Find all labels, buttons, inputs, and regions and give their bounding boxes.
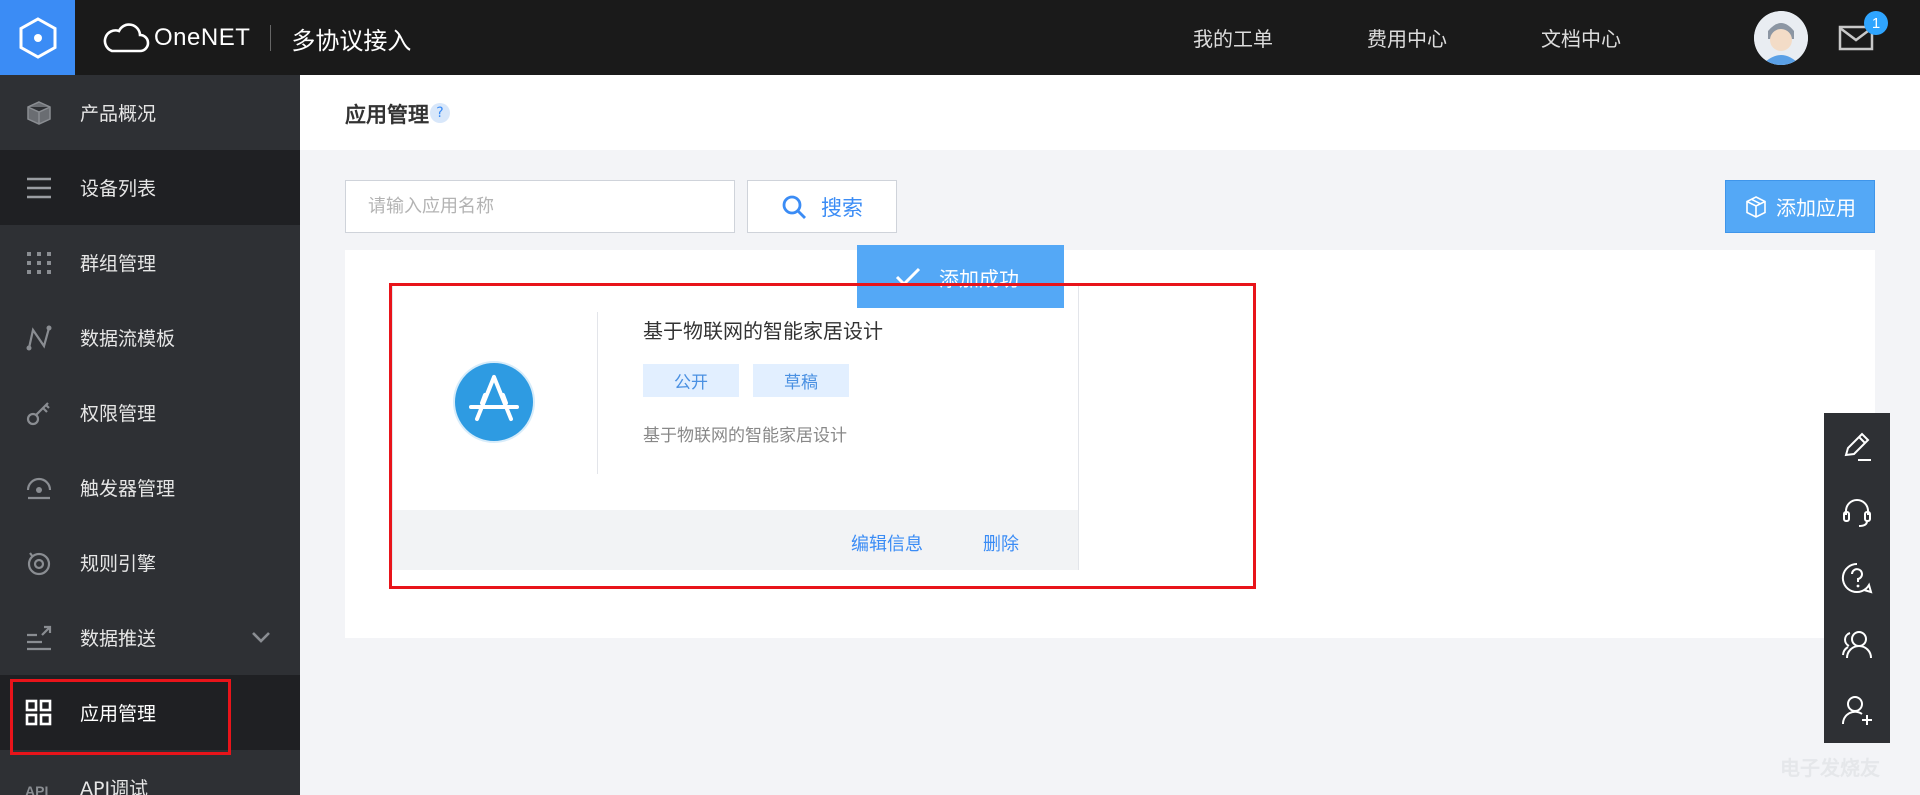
sidebar-item-label: 权限管理	[80, 403, 157, 425]
add-contact-button[interactable]	[1824, 677, 1890, 743]
home-logo-button[interactable]	[0, 0, 75, 75]
feedback-button[interactable]	[1824, 413, 1890, 479]
sidebar-item-data-push[interactable]: 数据推送	[0, 600, 300, 675]
avatar-icon	[1754, 11, 1808, 65]
page-header: 应用管理 ?	[300, 75, 1920, 150]
add-user-icon	[1841, 696, 1872, 725]
sidebar-item-label: 数据推送	[80, 628, 157, 650]
add-app-button-label: 添加应用	[1776, 196, 1856, 220]
sidebar-item-label: 设备列表	[80, 178, 157, 200]
help-icon[interactable]: ?	[430, 103, 450, 123]
nav-billing[interactable]: 费用中心	[1367, 0, 1447, 75]
push-icon	[27, 625, 52, 651]
nav-docs[interactable]: 文档中心	[1541, 0, 1621, 75]
list-icon	[27, 177, 51, 199]
search-icon	[782, 195, 806, 219]
grid-dots-icon	[27, 252, 51, 274]
faq-button[interactable]	[1824, 545, 1890, 611]
nav-billing-label[interactable]: 费用中心	[1367, 23, 1447, 52]
nav-tickets-label[interactable]: 我的工单	[1193, 23, 1273, 52]
sidebar-item-groups[interactable]: 群组管理	[0, 225, 300, 300]
sidebar-item-triggers[interactable]: 触发器管理	[0, 450, 300, 525]
sidebar-highlight-box	[10, 679, 231, 755]
sidebar-item-label: 规则引擎	[80, 553, 157, 575]
watermark: 电子发烧友	[1780, 756, 1880, 780]
question-icon	[1841, 562, 1873, 594]
sidebar-item-label: 产品概况	[80, 103, 157, 125]
brand: OneNET 多协议接入	[100, 18, 411, 58]
brand-name: OneNET	[154, 24, 251, 51]
search-input[interactable]	[345, 180, 735, 233]
sidebar-item-device-list[interactable]: 设备列表	[0, 150, 300, 225]
key-icon	[26, 402, 50, 426]
brand-separator	[270, 25, 272, 51]
sidebar-item-label: 数据流模板	[80, 328, 176, 350]
edit-icon	[1844, 432, 1871, 461]
brand-subtitle: 多协议接入	[291, 26, 412, 55]
sidebar-item-permissions[interactable]: 权限管理	[0, 375, 300, 450]
sidebar-item-label: 群组管理	[80, 253, 157, 275]
user-avatar[interactable]	[1754, 11, 1808, 65]
api-icon: API	[25, 783, 48, 795]
headset-icon	[1843, 499, 1871, 527]
top-bar: OneNET 多协议接入 我的工单 费用中心 文档中心 1	[0, 0, 1920, 75]
support-button[interactable]	[1824, 479, 1890, 545]
svg-text:API: API	[25, 783, 48, 795]
cloud-icon	[103, 23, 150, 53]
nav-tickets[interactable]: 我的工单	[1193, 0, 1273, 75]
sidebar-item-datastream-template[interactable]: 数据流模板	[0, 300, 300, 375]
sidebar-item-api-debug[interactable]: API API调试	[0, 750, 300, 795]
sidebar-item-product-overview[interactable]: 产品概况	[0, 75, 300, 150]
hexagon-logo-icon	[19, 16, 56, 59]
community-icon	[1842, 631, 1872, 659]
sidebar-item-rule-engine[interactable]: 规则引擎	[0, 525, 300, 600]
search-button[interactable]: 搜索	[747, 180, 897, 233]
search-button-label: 搜索	[821, 195, 863, 220]
cube-icon	[27, 101, 51, 125]
card-highlight-box	[389, 283, 1256, 589]
sidebar-item-label: API调试	[80, 778, 149, 795]
floating-toolbar	[1824, 413, 1890, 743]
trigger-icon	[26, 477, 52, 500]
community-button[interactable]	[1824, 611, 1890, 677]
add-app-button[interactable]: 添加应用	[1725, 180, 1875, 233]
page-title: 应用管理	[345, 103, 429, 127]
unread-badge: 1	[1864, 11, 1888, 35]
sidebar-item-label: 触发器管理	[80, 478, 176, 500]
engine-icon	[27, 552, 51, 576]
box-icon	[1746, 195, 1766, 218]
chevron-down-icon[interactable]	[250, 628, 272, 646]
flow-icon	[26, 325, 52, 351]
nav-docs-label[interactable]: 文档中心	[1541, 23, 1621, 52]
